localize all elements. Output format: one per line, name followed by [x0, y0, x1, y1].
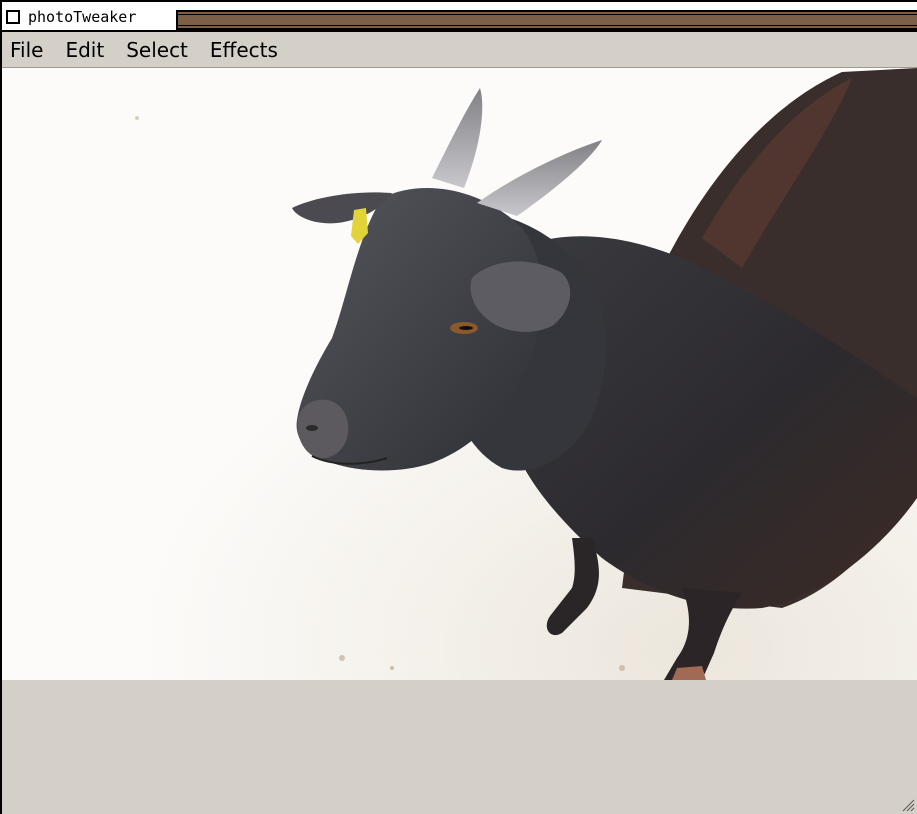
menu-edit[interactable]: Edit — [65, 32, 104, 68]
window-title: photoTweaker — [28, 8, 137, 26]
menu-effects[interactable]: Effects — [210, 32, 278, 68]
menu-bar: File Edit Select Effects — [2, 32, 917, 68]
close-box-icon[interactable] — [6, 10, 20, 24]
image-canvas[interactable] — [2, 68, 917, 680]
status-panel — [2, 680, 917, 814]
menu-file[interactable]: File — [10, 32, 43, 68]
goat-hoof — [672, 666, 706, 680]
ground-speck — [339, 655, 345, 661]
goat-pupil — [459, 326, 473, 330]
ground-speck — [135, 116, 139, 120]
title-drag-bar-stripe — [178, 14, 917, 26]
menu-select[interactable]: Select — [126, 32, 188, 68]
ground-speck — [390, 666, 394, 670]
goat-photo — [2, 68, 917, 680]
goat-nostril — [306, 425, 318, 431]
title-bar[interactable]: photoTweaker — [2, 2, 917, 32]
ground-speck — [619, 665, 625, 671]
title-drag-bar[interactable] — [176, 10, 917, 30]
app-window: photoTweaker File Edit Select Effects — [0, 0, 917, 814]
resize-grip-icon[interactable] — [901, 798, 915, 812]
